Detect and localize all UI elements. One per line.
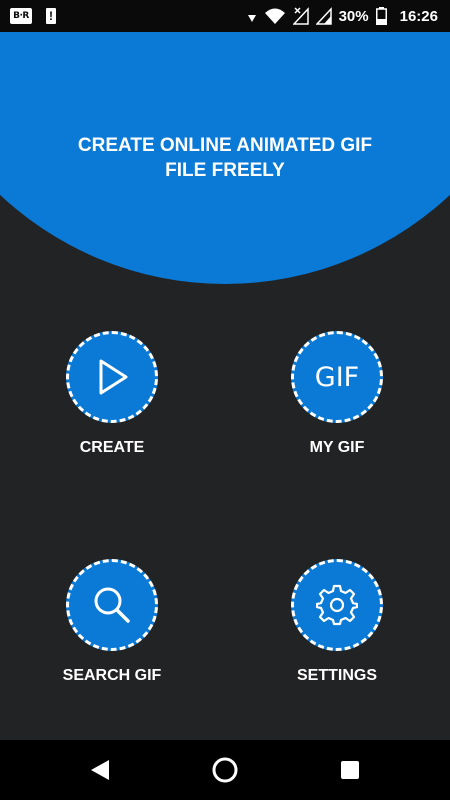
create-label: CREATE <box>79 439 145 456</box>
create-icon-circle <box>66 331 158 423</box>
search-gif-label: SEARCH GIF <box>62 667 162 684</box>
gif-icon: GIF <box>314 361 360 393</box>
notification-icons: B·R ! <box>10 7 56 25</box>
battery-icon <box>375 7 387 25</box>
my-gif-button[interactable]: GIF MY GIF <box>259 331 419 471</box>
alert-notification-icon: ! <box>46 8 56 24</box>
create-button[interactable]: CREATE <box>34 331 194 471</box>
navigation-bar <box>0 740 450 800</box>
home-icon <box>212 757 238 783</box>
battery-percent: 30% <box>338 7 369 25</box>
home-button[interactable] <box>205 750 245 790</box>
wifi-icon <box>264 8 285 24</box>
recents-button[interactable] <box>330 750 370 790</box>
recents-icon <box>341 761 359 779</box>
status-bar: B·R ! 30% 16:26 <box>0 0 450 32</box>
play-icon <box>99 359 128 395</box>
back-button[interactable] <box>80 750 120 790</box>
app-notification-icon: B·R <box>10 8 32 24</box>
search-gif-button[interactable]: SEARCH GIF <box>34 559 194 699</box>
page-title: CREATE ONLINE ANIMATED GIF FILE FREELY <box>77 135 373 181</box>
search-icon <box>94 587 130 623</box>
clock: 16:26 <box>399 7 438 25</box>
my-gif-icon-circle: GIF <box>291 331 383 423</box>
search-gif-icon-circle <box>66 559 158 651</box>
settings-icon-circle <box>291 559 383 651</box>
settings-button[interactable]: SETTINGS <box>259 559 419 699</box>
system-icons: 30% 16:26 <box>247 5 438 27</box>
app-screen: B·R ! 30% 16:26 CREATE ONLINE ANIMATED G… <box>0 0 450 800</box>
signal-icon <box>315 7 332 25</box>
signal-x-icon <box>292 7 309 25</box>
settings-label: SETTINGS <box>296 667 377 684</box>
my-gif-label: MY GIF <box>309 439 365 456</box>
vibrate-icon <box>247 15 256 22</box>
back-icon <box>91 760 109 780</box>
gear-icon <box>316 584 358 626</box>
